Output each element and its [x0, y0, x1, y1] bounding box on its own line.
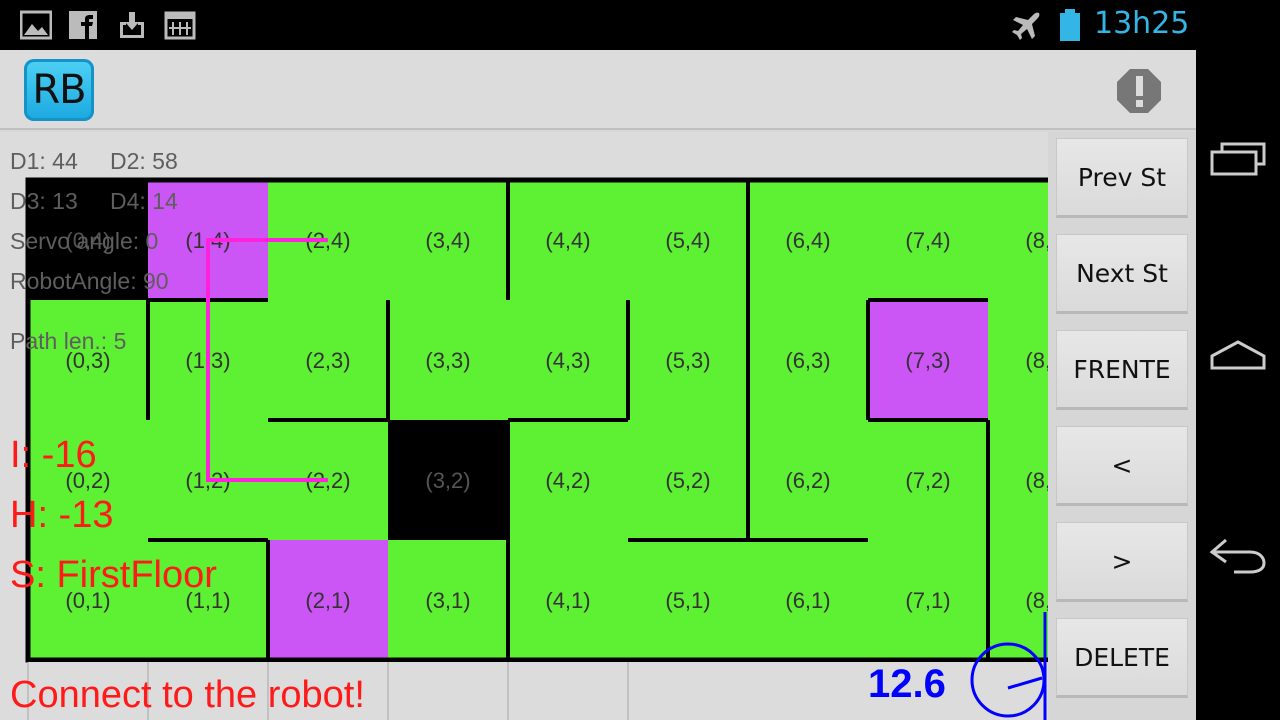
app-logo: RB — [24, 59, 94, 121]
cell-label: (6,1) — [785, 588, 830, 613]
maze-map[interactable]: (0,4) (1,4) (2,4) (3,4) (4,4) (5,4) (6,4) (7,4)… — [0, 132, 1048, 720]
forward-button[interactable]: FRENTE — [1056, 330, 1188, 410]
path-length: Path len.: 5 — [10, 328, 127, 354]
cell-label: (3,2) — [425, 468, 470, 493]
battery-icon — [1060, 9, 1080, 41]
recent-apps-button[interactable] — [1206, 138, 1270, 182]
cell-label: (7,2) — [905, 468, 950, 493]
cell-label: (8,2) — [1025, 468, 1048, 493]
state-h: H: -13 — [10, 494, 114, 536]
state-i: I: -16 — [10, 434, 97, 476]
alert-icon[interactable] — [1116, 68, 1162, 114]
cell-label: (4,2) — [545, 468, 590, 493]
connection-status: Connect to the robot! — [10, 674, 365, 716]
d3-reading: D3: 13 — [10, 188, 78, 214]
cell-label: (4,3) — [545, 348, 590, 373]
state-s: S: FirstFloor — [10, 554, 217, 596]
clock: 13h25 — [1094, 6, 1190, 41]
download-icon — [120, 12, 144, 38]
cell-label: (8,1) — [1025, 588, 1048, 613]
navigation-bar — [1196, 50, 1280, 720]
facebook-icon — [69, 11, 97, 39]
battery-voltage: 12.6 — [868, 662, 946, 706]
maze-view: (0,4) (1,4) (2,4) (3,4) (4,4) (5,4) (6,4) (7,4)… — [0, 132, 1048, 720]
delete-button[interactable]: DELETE — [1056, 618, 1188, 698]
turn-left-button[interactable]: < — [1056, 426, 1188, 506]
control-panel: Prev St Next St FRENTE < > DELETE — [1048, 132, 1196, 720]
cell-label: (7,1) — [905, 588, 950, 613]
cell-label: (2,1) — [305, 588, 350, 613]
back-button[interactable] — [1206, 532, 1270, 576]
cell-label: (7,4) — [905, 228, 950, 253]
cell-label: (5,3) — [665, 348, 710, 373]
cell-label: (3,3) — [425, 348, 470, 373]
cell-label: (7,3) — [905, 348, 950, 373]
cell-label: (8,3) — [1025, 348, 1048, 373]
cell-label: (5,1) — [665, 588, 710, 613]
cell-label: (6,3) — [785, 348, 830, 373]
airplane-mode-icon — [1012, 12, 1040, 40]
d4-reading: D4: 14 — [110, 188, 178, 214]
robot-angle: RobotAngle: 90 — [10, 268, 169, 294]
turn-right-button[interactable]: > — [1056, 522, 1188, 602]
servo-angle: Servo angle: 0 — [10, 228, 159, 254]
cell-label: (2,3) — [305, 348, 350, 373]
next-step-button[interactable]: Next St — [1056, 234, 1188, 314]
status-bar: 13h25 — [0, 0, 1280, 50]
gallery-icon — [20, 10, 52, 40]
d1-reading: D1: 44 — [10, 148, 78, 174]
cell-label: (6,4) — [785, 228, 830, 253]
cell-label: (4,1) — [545, 588, 590, 613]
cell-label: (4,4) — [545, 228, 590, 253]
action-bar: RB — [0, 50, 1196, 130]
calendar-icon — [164, 11, 196, 40]
cell-label: (6,2) — [785, 468, 830, 493]
cell-label: (5,4) — [665, 228, 710, 253]
d2-reading: D2: 58 — [110, 148, 178, 174]
cell-label: (8,4) — [1025, 228, 1048, 253]
cell-label: (3,4) — [425, 228, 470, 253]
cell-label: (3,1) — [425, 588, 470, 613]
prev-step-button[interactable]: Prev St — [1056, 138, 1188, 218]
home-button[interactable] — [1206, 334, 1270, 378]
cell-label: (5,2) — [665, 468, 710, 493]
